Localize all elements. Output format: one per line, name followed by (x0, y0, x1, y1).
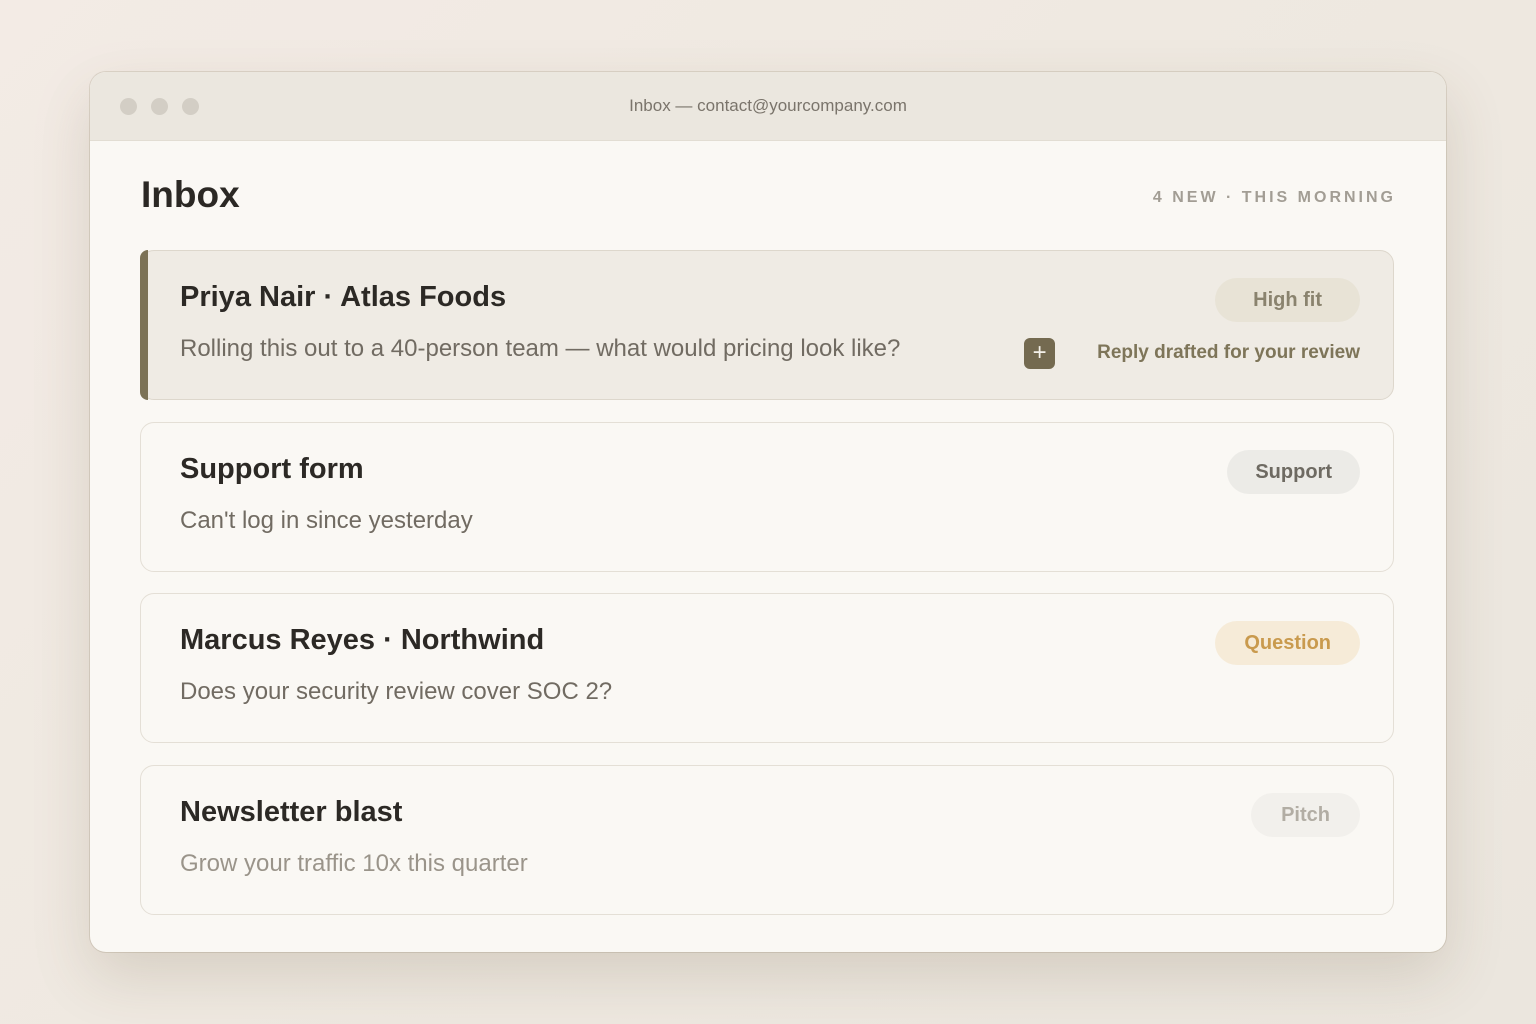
app-window: Inbox — contact@yourcompany.com Inbox 4 … (90, 72, 1446, 952)
message-sender: Support form (180, 453, 364, 485)
message-card[interactable]: Marcus Reyes · Northwind Does your secur… (140, 593, 1394, 743)
page-title: Inbox (141, 174, 240, 215)
message-card[interactable]: Newsletter blast Grow your traffic 10x t… (140, 765, 1394, 915)
message-tag-badge: Question (1215, 621, 1360, 665)
message-tag-badge: Pitch (1251, 793, 1360, 837)
message-snippet: Does your security review cover SOC 2? (180, 678, 613, 705)
plus-icon[interactable]: + (1024, 337, 1056, 369)
message-snippet: Rolling this out to a 40-person team — w… (180, 335, 901, 362)
message-card[interactable]: Support form Can't log in since yesterda… (140, 422, 1394, 572)
draft-reply-label: Reply drafted for your review (1097, 342, 1360, 363)
new-count-label: 4 NEW · THIS MORNING (1152, 189, 1396, 206)
message-card[interactable]: Priya Nair · Atlas Foods Rolling this ou… (140, 250, 1394, 400)
message-sender: Priya Nair · Atlas Foods (180, 281, 507, 313)
message-tag-badge: High fit (1215, 278, 1360, 322)
message-snippet: Can't log in since yesterday (180, 507, 473, 534)
window-title: Inbox — contact@yourcompany.com (629, 96, 907, 115)
message-snippet: Grow your traffic 10x this quarter (180, 850, 528, 877)
title-bar: Inbox — contact@yourcompany.com (90, 72, 1446, 141)
message-tag-badge: Support (1227, 450, 1360, 494)
message-sender: Marcus Reyes · Northwind (180, 624, 545, 656)
selected-indicator (140, 250, 148, 400)
draft-reply-button[interactable]: + Reply drafted for your review (1024, 336, 1360, 370)
message-sender: Newsletter blast (180, 796, 403, 828)
